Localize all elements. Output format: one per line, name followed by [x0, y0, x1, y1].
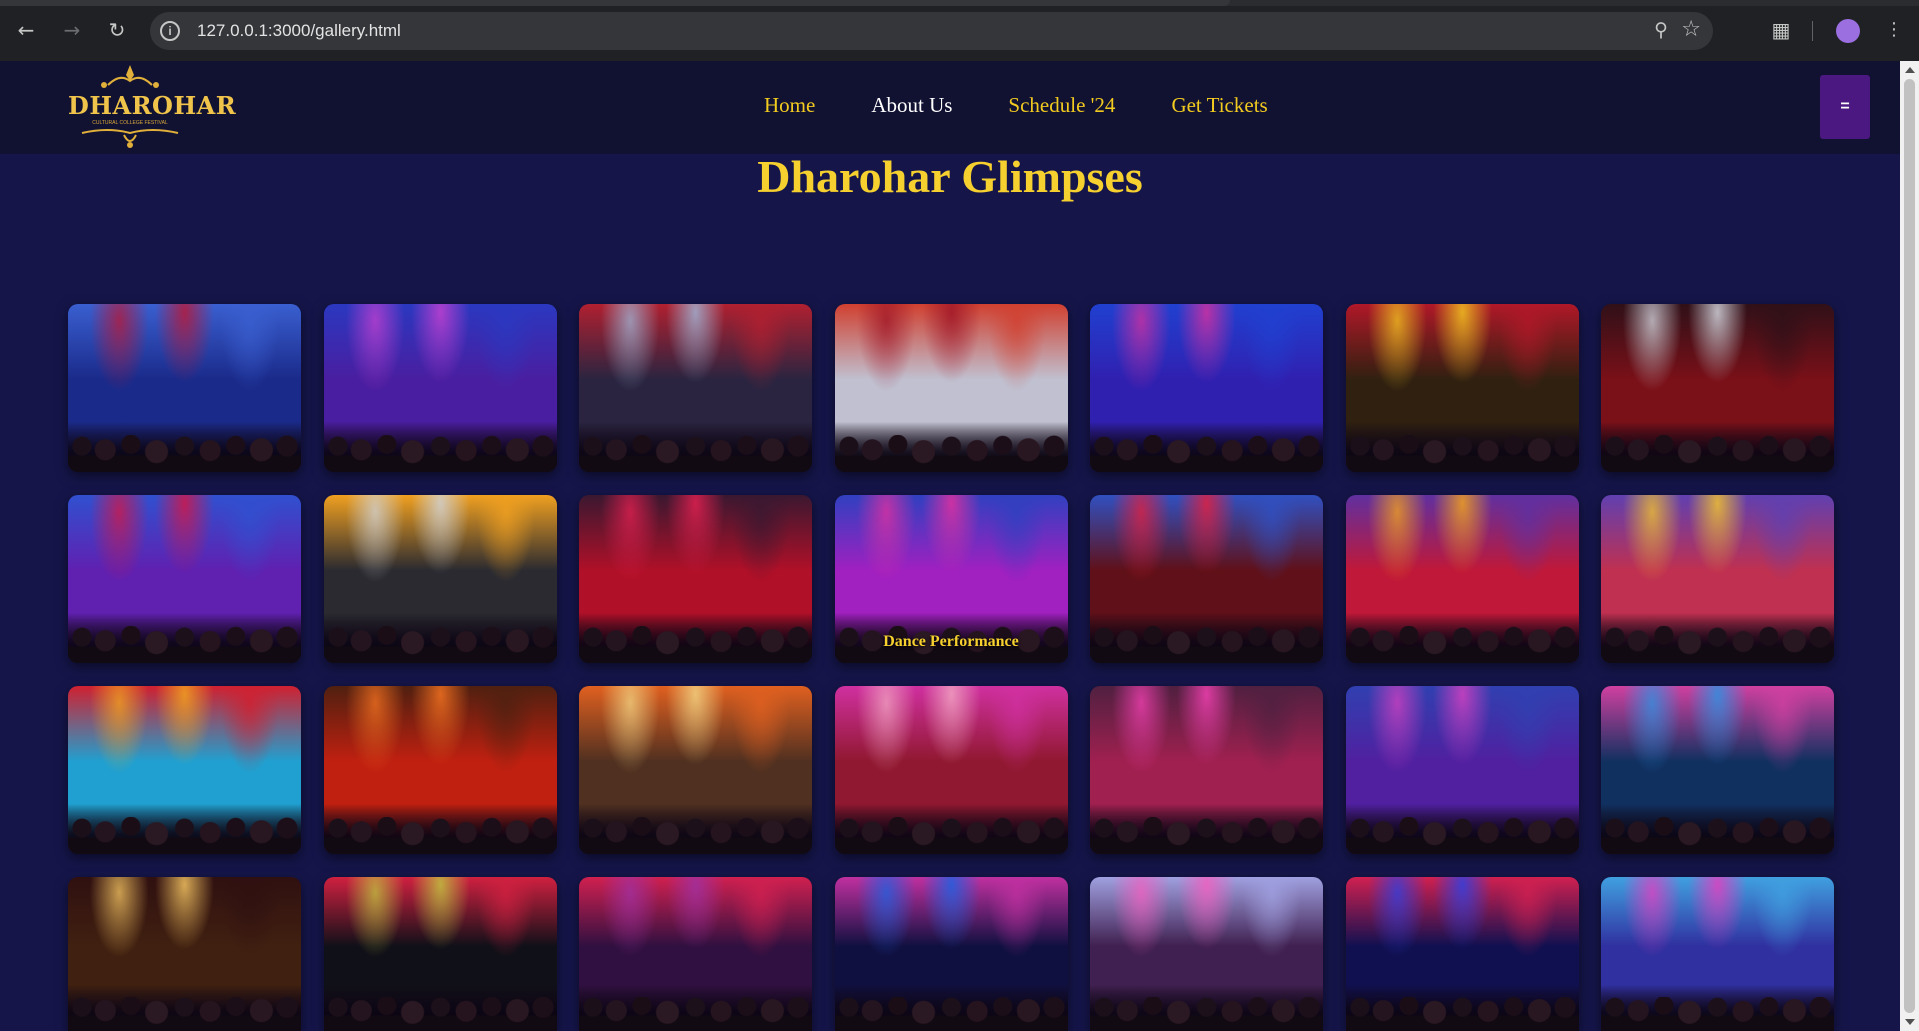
gallery-photo[interactable] — [579, 686, 812, 854]
main-nav: Home About Us Schedule '24 Get Tickets — [764, 93, 1268, 118]
profile-avatar-icon[interactable] — [1836, 19, 1860, 43]
gallery-photo[interactable] — [323, 495, 557, 663]
url-text[interactable]: 127.0.0.1:3000/gallery.html — [197, 21, 401, 41]
reload-icon[interactable]: ↻ — [101, 14, 133, 46]
dharohar-logo[interactable]: DHAROHAR CULTURAL COLLEGE FESTIVAL — [68, 61, 237, 151]
audience-silhouettes — [579, 997, 812, 1031]
gallery-photo[interactable] — [323, 877, 557, 1031]
nav-about-us[interactable]: About Us — [871, 93, 952, 118]
audience-silhouettes — [1090, 817, 1323, 854]
zoom-icon[interactable]: ⚲ — [1654, 19, 1668, 41]
audience-silhouettes — [323, 626, 557, 663]
audience-silhouettes — [579, 626, 812, 663]
gallery-photo[interactable] — [68, 686, 301, 854]
audience-silhouettes — [1601, 626, 1834, 663]
address-bar[interactable]: i 127.0.0.1:3000/gallery.html ⚲ ☆ — [150, 12, 1713, 50]
page-scrollbar[interactable] — [1900, 61, 1919, 1031]
photo-gallery: Dance Performance — [68, 304, 1836, 1031]
audience-silhouettes — [834, 817, 1068, 854]
gallery-photo[interactable] — [1090, 877, 1323, 1031]
gallery-photo[interactable] — [1601, 877, 1834, 1031]
audience-silhouettes — [1601, 997, 1834, 1031]
browser-chrome: ← → ↻ i 127.0.0.1:3000/gallery.html ⚲ ☆ … — [0, 0, 1919, 61]
toolbar-separator — [1812, 21, 1813, 41]
gallery-photo[interactable] — [834, 877, 1068, 1031]
audience-silhouettes — [68, 435, 301, 472]
audience-silhouettes — [68, 817, 301, 854]
hamburger-menu-button[interactable]: = — [1820, 75, 1870, 139]
audience-silhouettes — [1345, 817, 1579, 854]
gallery-photo[interactable] — [1601, 495, 1834, 663]
logo-text: DHAROHAR — [68, 91, 237, 120]
audience-silhouettes — [1601, 435, 1834, 472]
gallery-photo[interactable] — [1345, 877, 1579, 1031]
site-info-icon[interactable]: i — [160, 21, 180, 41]
audience-silhouettes — [1345, 435, 1579, 472]
nav-schedule[interactable]: Schedule '24 — [1008, 93, 1115, 118]
forward-arrow-icon[interactable]: → — [56, 14, 88, 46]
gallery-photo[interactable] — [68, 304, 301, 472]
gallery-photo[interactable] — [834, 304, 1068, 472]
audience-silhouettes — [1090, 997, 1323, 1031]
gallery-photo[interactable] — [1601, 304, 1834, 472]
gallery-photo[interactable] — [1345, 686, 1579, 854]
gallery-photo[interactable] — [323, 304, 557, 472]
gallery-photo[interactable] — [68, 495, 301, 663]
audience-silhouettes — [1345, 997, 1579, 1031]
audience-silhouettes — [68, 626, 301, 663]
active-tab[interactable] — [0, 0, 1230, 6]
gallery-photo[interactable] — [1090, 304, 1323, 472]
nav-home[interactable]: Home — [764, 93, 815, 118]
kebab-menu-icon[interactable]: ⋮ — [1878, 14, 1910, 46]
audience-silhouettes — [1601, 817, 1834, 854]
scroll-down-icon[interactable] — [1905, 1019, 1915, 1025]
extensions-icon[interactable]: ▦ — [1765, 14, 1797, 46]
audience-silhouettes — [1090, 626, 1323, 663]
photo-caption: Dance Performance — [883, 633, 1019, 650]
nav-get-tickets[interactable]: Get Tickets — [1171, 93, 1267, 118]
audience-silhouettes — [323, 997, 557, 1031]
audience-silhouettes — [323, 817, 557, 854]
audience-silhouettes — [579, 817, 812, 854]
page-title: Dharohar Glimpses — [757, 151, 1143, 202]
gallery-photo[interactable]: Dance Performance — [834, 495, 1068, 663]
audience-silhouettes — [834, 435, 1068, 472]
back-arrow-icon[interactable]: ← — [10, 14, 42, 46]
gallery-photo[interactable] — [1090, 495, 1323, 663]
logo-subtitle: CULTURAL COLLEGE FESTIVAL — [92, 120, 168, 126]
gallery-photo[interactable] — [579, 495, 812, 663]
audience-silhouettes — [1090, 435, 1323, 472]
gallery-photo[interactable] — [834, 686, 1068, 854]
audience-silhouettes — [579, 435, 812, 472]
gallery-photo[interactable] — [68, 877, 301, 1031]
gallery-photo[interactable] — [1345, 495, 1579, 663]
gallery-photo[interactable] — [579, 304, 812, 472]
scroll-up-icon[interactable] — [1905, 67, 1915, 73]
gallery-photo[interactable] — [1090, 686, 1323, 854]
scrollbar-thumb[interactable] — [1904, 79, 1915, 1013]
site-header: DHAROHAR CULTURAL COLLEGE FESTIVAL Home … — [0, 61, 1900, 154]
audience-silhouettes — [323, 435, 557, 472]
audience-silhouettes — [1345, 626, 1579, 663]
gallery-photo[interactable] — [1345, 304, 1579, 472]
tab-strip — [0, 0, 1919, 6]
gallery-photo[interactable] — [323, 686, 557, 854]
audience-silhouettes — [834, 997, 1068, 1031]
gallery-photo[interactable] — [579, 877, 812, 1031]
audience-silhouettes — [68, 997, 301, 1031]
bookmark-star-icon[interactable]: ☆ — [1681, 17, 1701, 42]
gallery-photo[interactable] — [1601, 686, 1834, 854]
